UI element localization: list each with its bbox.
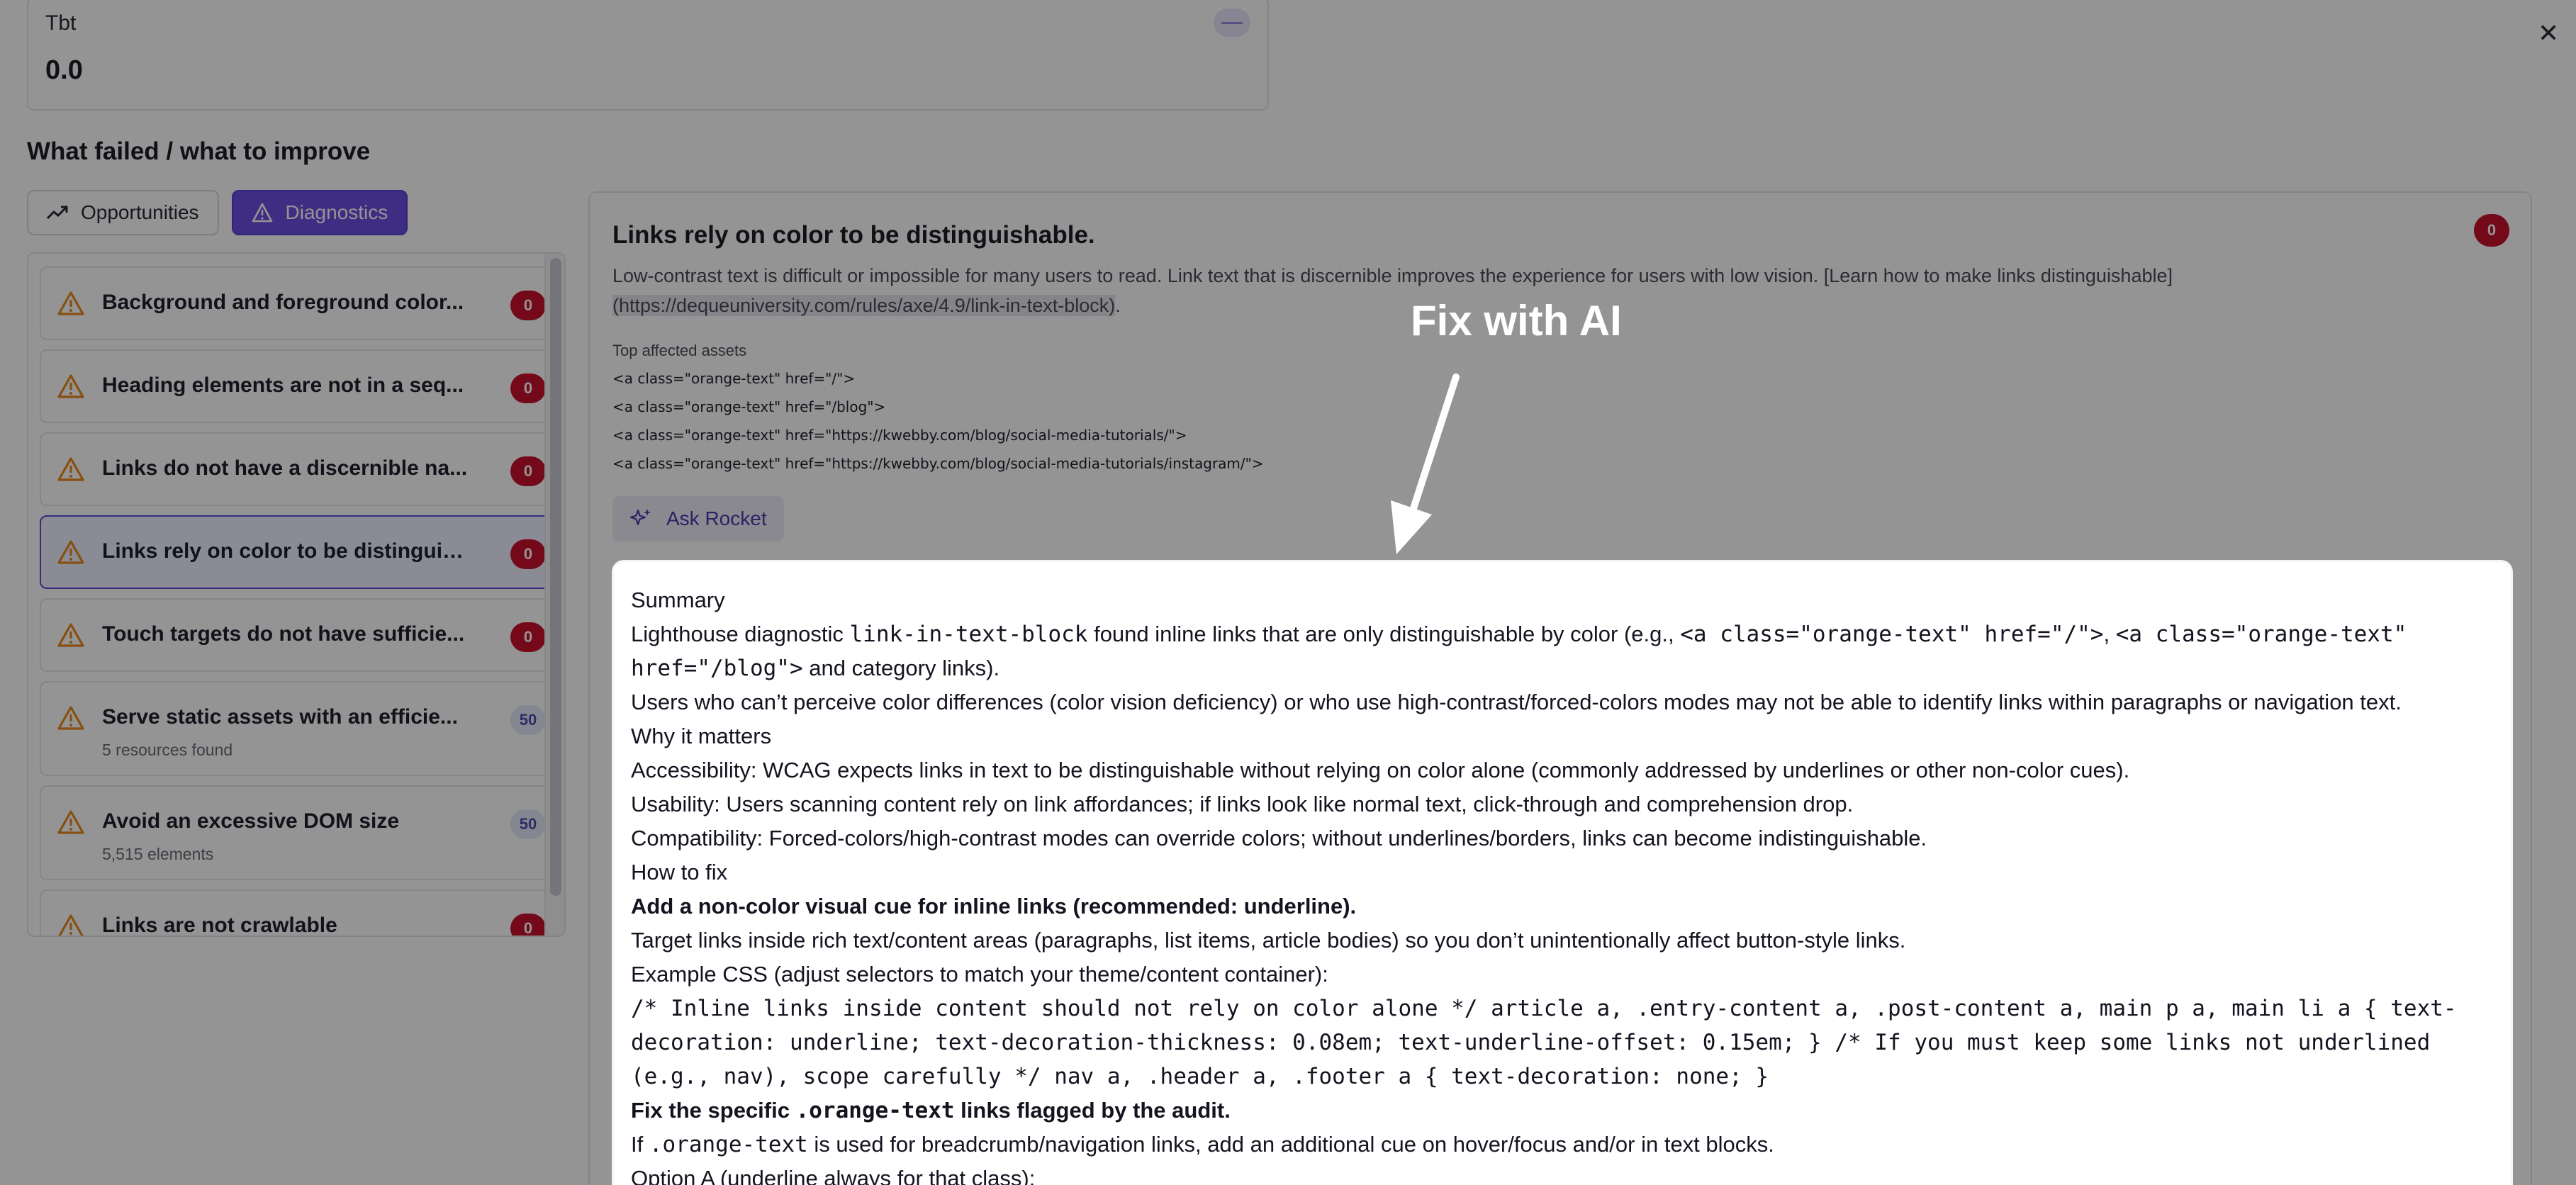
inline-code: .orange-text <box>649 1132 808 1157</box>
arrow-annotation <box>1391 374 1460 554</box>
text-span: found inline links that are only disting… <box>1087 622 1681 646</box>
fix-step-title: Fix the specific .orange-text links flag… <box>631 1094 2488 1128</box>
option-a-text: Option A (underline always for that clas… <box>631 1166 1036 1185</box>
text-span: is used for breadcrumb/navigation links,… <box>807 1132 1774 1157</box>
inline-code: link-in-text-block <box>849 622 1088 647</box>
text-span: If <box>631 1132 649 1157</box>
why-item: Usability: Users scanning content rely o… <box>631 792 1854 816</box>
fix-step-text: If .orange-text is used for breadcrumb/n… <box>631 1128 2488 1162</box>
summary-paragraph-2: Users who can’t perceive color differenc… <box>631 690 2402 714</box>
summary-heading: Summary <box>631 588 725 612</box>
why-heading: Why it matters <box>631 724 772 748</box>
text-span: , <box>2103 622 2116 646</box>
why-item: Accessibility: WCAG expects links in tex… <box>631 758 2130 782</box>
text-span: Lighthouse diagnostic <box>631 622 850 646</box>
how-heading: How to fix <box>631 860 728 884</box>
why-item: Compatibility: Forced-colors/high-contra… <box>631 826 1927 850</box>
text-span: Fix the specific <box>631 1098 796 1123</box>
text-span: and category links). <box>802 656 1000 680</box>
ai-response-body: Summary Lighthouse diagnostic link-in-te… <box>631 583 2488 1185</box>
ai-response-panel: Summary Lighthouse diagnostic link-in-te… <box>614 562 2511 1185</box>
summary-paragraph: Lighthouse diagnostic link-in-text-block… <box>631 617 2488 685</box>
how-step-text: Example CSS (adjust selectors to match y… <box>631 962 1328 987</box>
inline-code: <a class="orange-text" href="/"> <box>1680 622 2104 647</box>
css-code-block: /* Inline links inside content should no… <box>631 996 2457 1089</box>
inline-code: .orange-text <box>795 1098 955 1123</box>
how-step-text: Target links inside rich text/content ar… <box>631 928 1906 953</box>
text-span: links flagged by the audit. <box>954 1098 1231 1123</box>
how-step-title: Add a non-color visual cue for inline li… <box>631 894 1357 919</box>
fix-with-ai-callout: Fix with AI <box>1411 297 1622 344</box>
